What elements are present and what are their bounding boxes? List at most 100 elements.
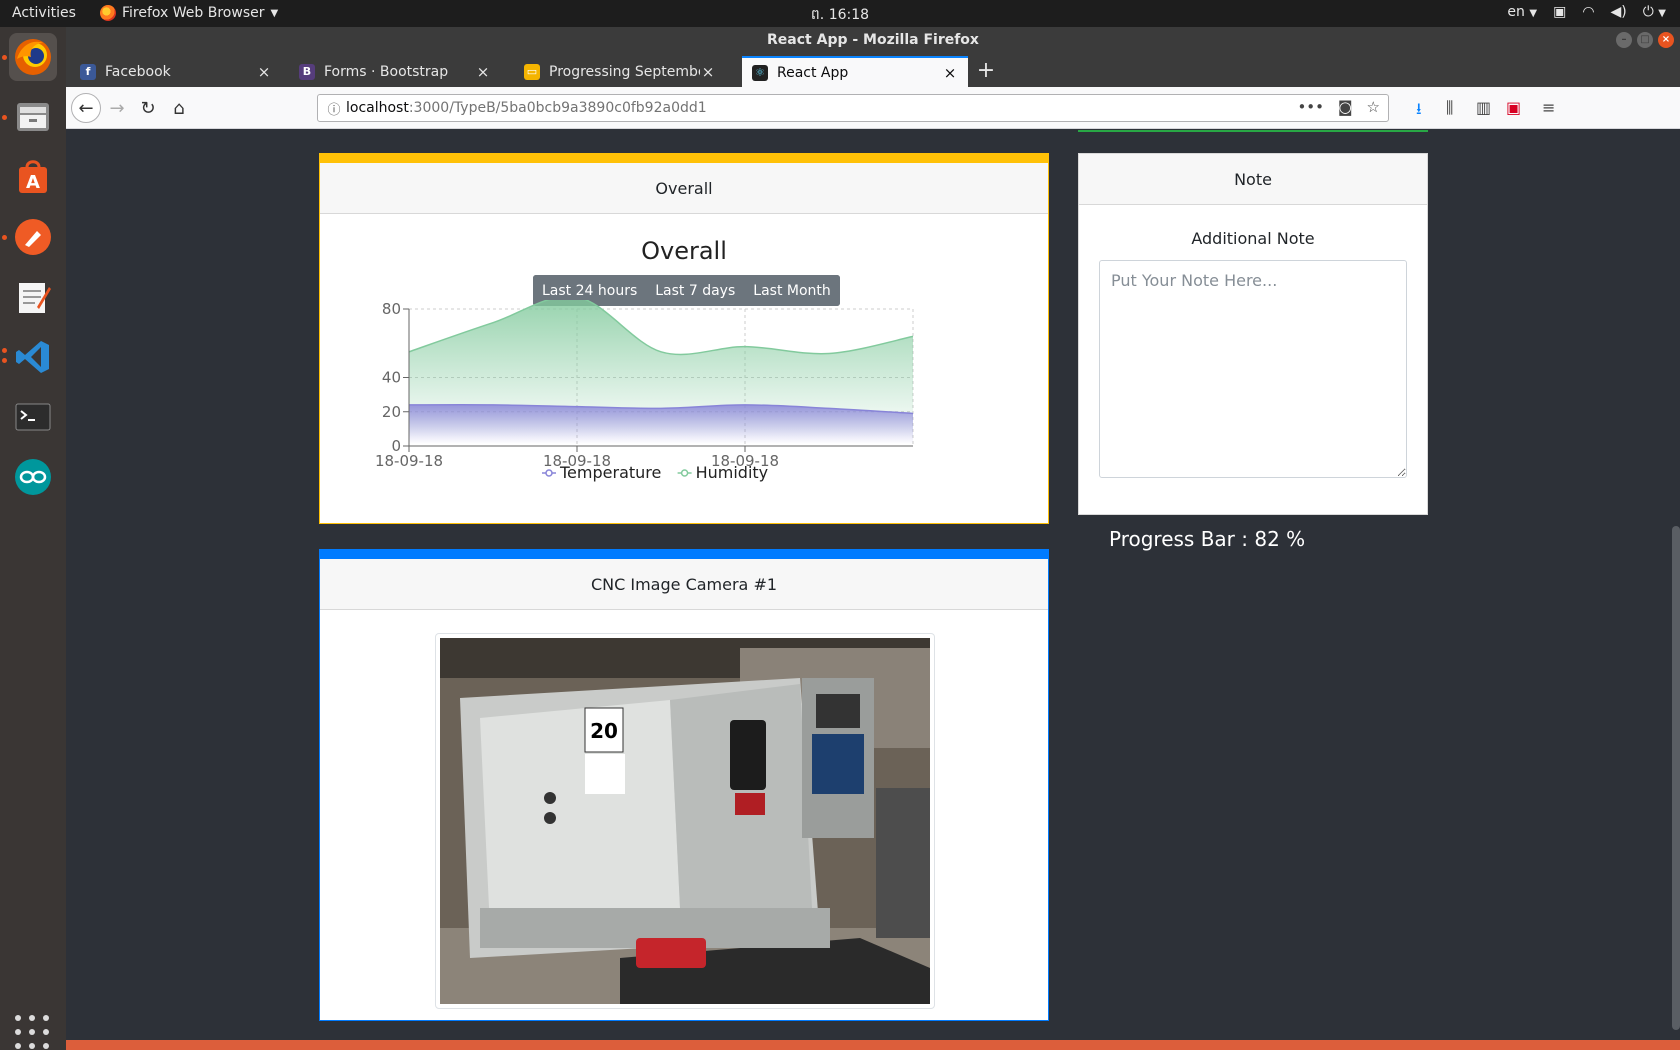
home-button[interactable]: ⌂ bbox=[164, 93, 194, 123]
download-icon[interactable]: ⭳ bbox=[1416, 98, 1422, 125]
vscode-icon bbox=[16, 341, 49, 373]
running-indicator bbox=[2, 348, 7, 353]
window-title: React App - Mozilla Firefox bbox=[767, 32, 979, 48]
more-actions-icon[interactable]: ••• bbox=[1297, 98, 1324, 116]
text-editor-icon bbox=[19, 283, 51, 313]
reload-button[interactable]: ↻ bbox=[133, 93, 163, 123]
maximize-icon[interactable]: □ bbox=[1637, 32, 1653, 48]
dock-files[interactable] bbox=[9, 93, 57, 141]
note-title: Additional Note bbox=[1191, 229, 1315, 248]
note-card: Note Additional Note bbox=[1078, 153, 1428, 515]
files-icon bbox=[17, 103, 49, 131]
navigation-toolbar: ← → ↻ ⌂ ⓘ localhost:3000/TypeB/5ba0bcb9a… bbox=[66, 87, 1680, 129]
camera-card: CNC Image Camera #1 20 bbox=[319, 549, 1049, 1021]
tab-label: Forms · Bootstrap bbox=[324, 63, 449, 80]
chart-title: Overall bbox=[641, 237, 727, 265]
chart-legend: Temperature Humidity bbox=[542, 463, 768, 482]
sidebar-icon[interactable]: ▥ bbox=[1476, 98, 1491, 117]
close-icon[interactable]: × bbox=[700, 63, 716, 81]
info-icon[interactable]: ⓘ bbox=[322, 99, 346, 118]
cnc-machine-image: 20 bbox=[440, 638, 930, 1004]
screen-icon[interactable]: ▣ bbox=[1553, 4, 1566, 20]
dock-vscode[interactable] bbox=[9, 333, 57, 381]
system-tray: en ▼ ▣ ◠ ◀) ⏻ ▼ bbox=[1507, 4, 1666, 20]
dock-terminal[interactable] bbox=[9, 393, 57, 441]
dock-postman[interactable] bbox=[9, 213, 57, 261]
power-icon[interactable]: ⏻ ▼ bbox=[1643, 4, 1666, 20]
x-tick-label: 18-09-18 bbox=[375, 452, 443, 470]
svg-text:A: A bbox=[26, 172, 40, 193]
clock[interactable]: ព. 16:18 bbox=[811, 7, 869, 23]
wifi-icon[interactable]: ◠ bbox=[1582, 4, 1594, 20]
reload-icon: ↻ bbox=[140, 97, 156, 119]
camera-image-frame: 20 bbox=[435, 633, 935, 1009]
tab-react-app[interactable]: ⚛ React App × bbox=[742, 56, 968, 87]
back-button[interactable]: ← bbox=[71, 93, 101, 123]
dock-text-editor[interactable] bbox=[9, 273, 57, 321]
close-icon[interactable]: × bbox=[1658, 32, 1674, 48]
window-title-bar: React App - Mozilla Firefox – □ × bbox=[66, 27, 1680, 54]
facebook-icon: f bbox=[80, 63, 96, 80]
overall-chart: 020408018-09-18 18-09-18 18-09-18 Temperat… bbox=[375, 300, 914, 482]
chart-areas bbox=[408, 300, 914, 446]
language-indicator[interactable]: en ▼ bbox=[1507, 4, 1537, 20]
new-tab-button[interactable]: + bbox=[972, 58, 1000, 86]
system-top-bar: Activities Firefox Web Browser ▼ ព. 16:1… bbox=[0, 0, 1680, 27]
tab-label: React App bbox=[777, 64, 849, 81]
running-indicator bbox=[2, 358, 7, 363]
slides-icon: ▭ bbox=[524, 63, 540, 80]
extension-icon[interactable]: ▣ bbox=[1506, 98, 1521, 117]
card-header: Note bbox=[1079, 154, 1427, 205]
home-icon: ⌂ bbox=[173, 97, 185, 119]
bookmark-star-icon[interactable]: ☆ bbox=[1367, 98, 1380, 116]
volume-icon[interactable]: ◀) bbox=[1611, 4, 1627, 20]
card-header: CNC Image Camera #1 bbox=[320, 559, 1048, 610]
note-textarea[interactable] bbox=[1099, 260, 1407, 478]
library-icon[interactable]: ⫼ bbox=[1446, 98, 1453, 118]
terminal-icon bbox=[15, 403, 51, 431]
dock: A bbox=[0, 27, 66, 1050]
postman-icon bbox=[15, 219, 51, 255]
app-menu[interactable]: Firefox Web Browser ▼ bbox=[100, 5, 278, 21]
tab-label: Progressing September bbox=[549, 63, 700, 80]
running-indicator bbox=[2, 115, 7, 120]
page-scrollbar[interactable] bbox=[1672, 526, 1680, 1030]
close-icon[interactable]: × bbox=[475, 63, 491, 81]
tab-forms-bootstrap[interactable]: B Forms · Bootstrap × bbox=[289, 56, 501, 87]
tab-facebook[interactable]: f Facebook × bbox=[70, 56, 282, 87]
tab-progressing-september[interactable]: ▭ Progressing September × bbox=[514, 56, 726, 87]
progress-label: Progress Bar : 82 % bbox=[1109, 527, 1306, 551]
arduino-icon bbox=[15, 459, 51, 495]
language-label: en bbox=[1507, 4, 1525, 20]
minimize-icon[interactable]: – bbox=[1616, 32, 1632, 48]
firefox-icon bbox=[100, 5, 116, 21]
app-menu-label: Firefox Web Browser bbox=[122, 5, 265, 21]
y-tick-label: 20 bbox=[382, 403, 401, 421]
activities-button[interactable]: Activities bbox=[12, 5, 76, 21]
menu-icon[interactable]: ≡ bbox=[1542, 98, 1555, 117]
close-icon[interactable]: × bbox=[942, 64, 958, 82]
firefox-icon bbox=[15, 39, 51, 75]
pocket-icon[interactable]: ◙ bbox=[1338, 98, 1353, 116]
y-tick-label: 40 bbox=[382, 369, 401, 387]
react-icon: ⚛ bbox=[752, 64, 768, 81]
running-indicator bbox=[2, 235, 7, 240]
arrow-left-icon: ← bbox=[78, 97, 94, 119]
dock-arduino[interactable] bbox=[9, 453, 57, 501]
chevron-down-icon: ▼ bbox=[1529, 8, 1538, 19]
tab-bar: f Facebook × B Forms · Bootstrap × ▭ Pro… bbox=[66, 54, 1680, 87]
dock-software[interactable]: A bbox=[9, 153, 57, 201]
card-header: Overall bbox=[320, 163, 1048, 214]
dock-firefox[interactable] bbox=[9, 33, 57, 81]
forward-button[interactable]: → bbox=[102, 93, 132, 123]
area-temperature bbox=[409, 404, 913, 446]
show-applications-icon[interactable] bbox=[15, 1015, 51, 1050]
url-bar[interactable]: ⓘ localhost:3000/TypeB/5ba0bcb9a3890c0fb… bbox=[317, 94, 1389, 122]
running-indicator bbox=[2, 55, 7, 60]
y-tick-label: 80 bbox=[382, 300, 401, 318]
chevron-down-icon: ▼ bbox=[270, 7, 279, 19]
overall-card: Overall Overall Last 24 hours Last 7 day… bbox=[319, 153, 1049, 524]
url-path: :3000/TypeB/5ba0bcb9a3890c0fb92a0dd1 bbox=[408, 100, 707, 116]
legend-dot-temperature bbox=[545, 469, 553, 477]
close-icon[interactable]: × bbox=[256, 63, 272, 81]
